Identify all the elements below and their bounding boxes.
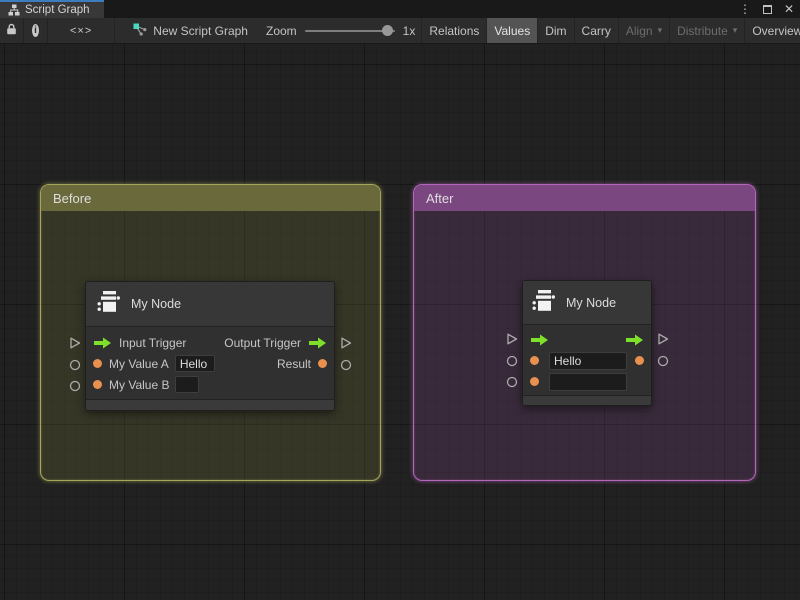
values-label: Values [494, 24, 530, 38]
my-value-a-port-icon[interactable] [530, 356, 539, 365]
script-graph-asset-icon [133, 23, 147, 39]
new-script-graph-label: New Script Graph [153, 24, 248, 38]
carry-label: Carry [582, 24, 611, 38]
outer-value-a-port[interactable] [68, 358, 81, 372]
align-dropdown[interactable]: Align ▾ [618, 18, 669, 43]
my-value-b-field[interactable] [175, 376, 199, 393]
my-value-a-field[interactable] [549, 352, 627, 370]
tab-script-graph[interactable]: Script Graph [0, 0, 104, 18]
tab-title: Script Graph [25, 4, 90, 16]
values-button[interactable]: Values [486, 18, 537, 43]
graph-hierarchy-icon [8, 4, 20, 16]
code-icon: <×> [70, 25, 92, 37]
my-value-b-label: My Value B [109, 378, 169, 392]
overview-label: Overview [752, 24, 800, 38]
lock-button[interactable] [0, 18, 24, 43]
zoom-value: 1x [403, 24, 416, 38]
my-value-b-port-icon[interactable] [93, 380, 102, 389]
relations-button[interactable]: Relations [421, 18, 486, 43]
trigger-row: Input Trigger Output Trigger [86, 332, 334, 353]
zoom-slider[interactable] [305, 30, 395, 32]
after-node[interactable]: My Node [522, 280, 652, 406]
value-a-row: My Value A Result [86, 353, 334, 374]
toolbar-toggles: Relations Values Dim Carry Align ▾ Distr… [421, 18, 800, 43]
node-icon [530, 287, 557, 319]
zoom-label: Zoom [266, 24, 297, 38]
input-trigger-arrow-icon[interactable] [93, 337, 112, 349]
align-label: Align [626, 24, 653, 38]
before-node-footer [86, 399, 334, 410]
result-port-icon[interactable] [635, 356, 644, 365]
before-node-wrap: My Node Input Trigger Output Trigger [85, 281, 335, 411]
info-button[interactable]: i [24, 18, 48, 43]
kebab-menu-icon[interactable]: ⋮ [739, 3, 751, 15]
outer-value-b-port[interactable] [68, 379, 81, 393]
window-controls: ⋮ ✕ [739, 0, 794, 18]
group-after-title: After [426, 191, 453, 206]
outer-value-a-port[interactable] [505, 354, 518, 368]
before-node-title: My Node [131, 297, 181, 311]
group-before-header[interactable]: Before [41, 185, 380, 211]
after-node-rows [523, 325, 651, 395]
carry-button[interactable]: Carry [574, 18, 618, 43]
relations-label: Relations [429, 24, 479, 38]
outer-input-trigger-port[interactable] [68, 336, 81, 350]
new-script-graph-button[interactable]: New Script Graph [121, 18, 260, 43]
outer-output-trigger-port[interactable] [656, 332, 669, 346]
my-value-a-field[interactable] [175, 355, 215, 372]
before-node[interactable]: My Node Input Trigger Output Trigger [85, 281, 335, 411]
outer-input-trigger-port[interactable] [505, 332, 518, 346]
dim-button[interactable]: Dim [537, 18, 573, 43]
after-node-footer [523, 395, 651, 405]
lock-icon [6, 23, 17, 38]
before-node-rows: Input Trigger Output Trigger My Value A … [86, 327, 334, 399]
outer-result-port[interactable] [656, 354, 669, 368]
after-node-wrap: My Node [522, 280, 652, 406]
after-node-title: My Node [566, 296, 616, 310]
my-value-a-label: My Value A [109, 357, 169, 371]
trigger-row [523, 329, 651, 350]
value-b-row [523, 371, 651, 392]
dim-label: Dim [545, 24, 566, 38]
zoom-slider-handle[interactable] [382, 25, 393, 36]
before-node-header[interactable]: My Node [86, 282, 334, 327]
chevron-down-icon: ▾ [658, 25, 663, 36]
graph-toolbar: i <×> New Script Graph Zoom 1x [0, 18, 800, 44]
close-icon[interactable]: ✕ [784, 3, 794, 15]
input-trigger-label: Input Trigger [119, 336, 186, 350]
distribute-dropdown[interactable]: Distribute ▾ [669, 18, 744, 43]
value-a-row [523, 350, 651, 371]
after-node-header[interactable]: My Node [523, 281, 651, 325]
outer-output-trigger-port[interactable] [339, 336, 352, 350]
code-view-button[interactable]: <×> [48, 18, 115, 43]
outer-result-port[interactable] [339, 358, 352, 372]
group-before-title: Before [53, 191, 91, 206]
result-label: Result [277, 357, 311, 371]
node-icon [95, 288, 122, 320]
my-value-b-port-icon[interactable] [530, 377, 539, 386]
output-trigger-arrow-icon[interactable] [625, 334, 644, 346]
my-value-a-port-icon[interactable] [93, 359, 102, 368]
tab-bar: Script Graph ⋮ ✕ [0, 0, 800, 18]
outer-value-b-port[interactable] [505, 375, 518, 389]
overview-button[interactable]: Overview [744, 18, 800, 43]
group-after-header[interactable]: After [414, 185, 755, 211]
unity-visual-scripting-window: Script Graph ⋮ ✕ i <×> [0, 0, 800, 600]
zoom-control: Zoom 1x [260, 18, 421, 43]
my-value-b-field[interactable] [549, 373, 627, 391]
input-trigger-arrow-icon[interactable] [530, 334, 549, 346]
value-b-row: My Value B [86, 374, 334, 395]
graph-canvas[interactable]: Before After [0, 44, 800, 600]
result-port-icon[interactable] [318, 359, 327, 368]
chevron-down-icon: ▾ [733, 25, 738, 36]
output-trigger-label: Output Trigger [224, 336, 301, 350]
distribute-label: Distribute [677, 24, 728, 38]
info-icon: i [32, 24, 39, 37]
output-trigger-arrow-icon[interactable] [308, 337, 327, 349]
maximize-icon[interactable] [763, 5, 772, 14]
